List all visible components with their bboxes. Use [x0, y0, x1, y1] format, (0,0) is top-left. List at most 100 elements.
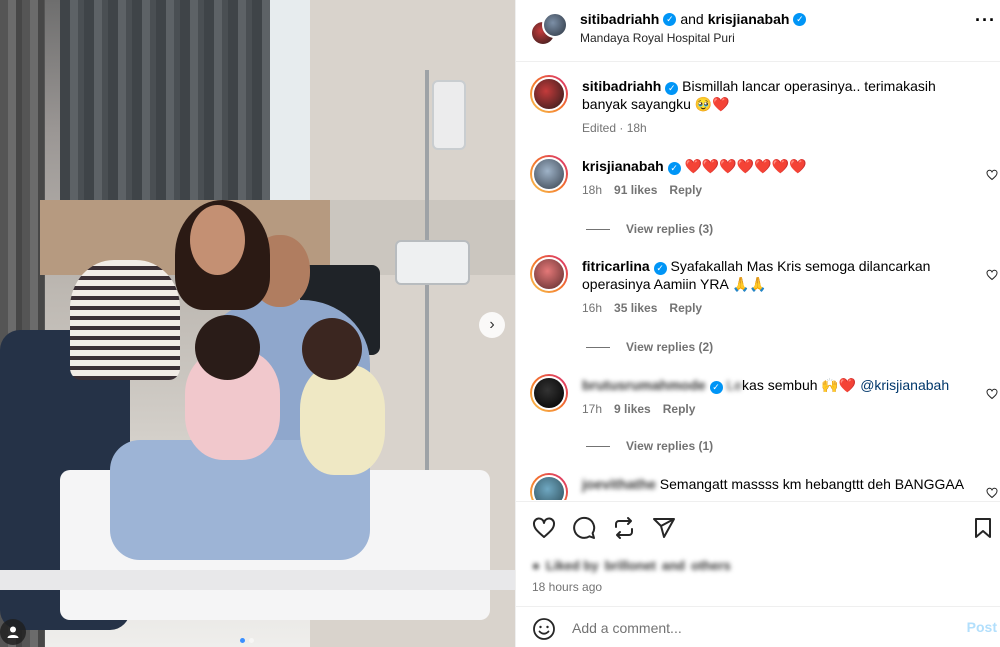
comment-username[interactable]: fitricarlina: [582, 258, 650, 274]
avatar[interactable]: [530, 155, 568, 193]
liked-by-prefix: Liked by: [545, 558, 599, 573]
verified-icon: ✓: [665, 81, 679, 95]
medical-monitor: [395, 240, 470, 285]
share-icon[interactable]: [652, 516, 676, 540]
verified-icon: ✓: [793, 12, 807, 26]
comment-body: fitricarlina ✓ Syafakallah Mas Kris semo…: [582, 257, 972, 317]
like-comment-heart-icon[interactable]: [986, 269, 998, 281]
caption-body: sitibadriahh ✓ Bismillah lancar operasin…: [582, 77, 972, 137]
comment-likes[interactable]: 35 likes: [614, 299, 657, 317]
view-replies-button[interactable]: View replies (3): [586, 222, 713, 236]
post-sidebar: sitibadriahh ✓ and krisjianabah ✓ Manday…: [515, 0, 1000, 647]
reply-button[interactable]: Reply: [663, 400, 696, 418]
comments-list[interactable]: sitibadriahh ✓ Bismillah lancar operasin…: [516, 63, 1000, 500]
avatar[interactable]: [530, 473, 568, 500]
like-comment-heart-icon[interactable]: [986, 169, 998, 181]
comment-meta: 16h 35 likes Reply: [582, 299, 972, 317]
post-time: 18 hours ago: [532, 580, 603, 594]
liked-by-user[interactable]: brillonet: [605, 558, 656, 573]
collab-avatars[interactable]: [530, 12, 570, 48]
tagged-users-button[interactable]: [0, 619, 26, 645]
liked-by-others[interactable]: others: [691, 558, 731, 573]
divider: [586, 346, 610, 348]
avatar[interactable]: [530, 75, 568, 113]
user-icon: [7, 626, 19, 638]
avatar[interactable]: [530, 255, 568, 293]
repost-icon[interactable]: [612, 516, 636, 540]
liked-by-avatar: ●: [532, 558, 540, 573]
verified-icon: ✓: [663, 12, 677, 26]
post-photo[interactable]: ›: [0, 0, 515, 647]
comment-text: ❤️❤️❤️❤️❤️❤️❤️: [684, 158, 807, 174]
comment-text: Semangatt massss km hebangttt deh BANGGA…: [659, 476, 965, 492]
divider: [586, 445, 610, 447]
liked-by-and: and: [661, 558, 686, 573]
caption-meta: Edited · 18h: [582, 119, 972, 137]
woman-head: [190, 205, 245, 275]
avatar[interactable]: [530, 374, 568, 412]
comment-meta: 17h 9 likes Reply: [582, 400, 972, 418]
chevron-right-icon: ›: [489, 316, 495, 333]
like-comment-heart-icon[interactable]: [986, 487, 998, 499]
view-replies-label: View replies (1): [626, 439, 714, 453]
bed-rail: [0, 570, 515, 590]
carousel-dot: [249, 638, 254, 643]
girl-two-head: [302, 318, 362, 380]
view-replies-button[interactable]: View replies (1): [586, 439, 713, 453]
comment-likes[interactable]: 91 likes: [614, 181, 657, 199]
post-button[interactable]: Post: [967, 619, 997, 635]
window-blinds: [60, 0, 275, 200]
comment-username[interactable]: sitibadriahh: [582, 78, 661, 94]
comment-time: 17h: [582, 402, 603, 416]
location-link[interactable]: Mandaya Royal Hospital Puri: [580, 31, 735, 45]
avatar: [542, 12, 568, 38]
comment-icon[interactable]: [572, 516, 596, 540]
reply-button[interactable]: Reply: [669, 181, 702, 199]
liked-by[interactable]: ● Liked by brillonet and others: [532, 558, 731, 573]
comment-input[interactable]: [572, 617, 942, 639]
header-username-2[interactable]: krisjianabah: [708, 11, 790, 27]
comment-body: joevithathe Semangatt massss km hebangtt…: [582, 475, 972, 493]
comment-username[interactable]: joevithathe: [582, 476, 656, 492]
comment-username[interactable]: krisjianabah: [582, 158, 664, 174]
mention-link[interactable]: @krisjianabah: [860, 377, 949, 393]
comment-time: 18h: [582, 183, 603, 197]
post-actions: ● Liked by brillonet and others 18 hours…: [516, 501, 1000, 606]
girl-two: [300, 365, 385, 475]
post-header: sitibadriahh ✓ and krisjianabah ✓ Manday…: [516, 0, 1000, 62]
collab-names: sitibadriahh ✓ and krisjianabah ✓: [580, 11, 807, 27]
comment-likes[interactable]: 9 likes: [614, 400, 651, 418]
reply-button[interactable]: Reply: [669, 299, 702, 317]
like-comment-heart-icon[interactable]: [986, 388, 998, 400]
verified-icon: ✓: [709, 380, 723, 394]
caption-timestamp: Edited · 18h: [582, 121, 647, 135]
view-replies-label: View replies (2): [626, 340, 714, 354]
header-username-1[interactable]: sitibadriahh: [580, 11, 659, 27]
comment-text: kas sembuh 🙌❤️: [742, 377, 857, 393]
comment-time: 16h: [582, 301, 603, 315]
more-options-button[interactable]: ···: [975, 10, 996, 31]
comment-username[interactable]: brutusrumahmode: [582, 377, 706, 393]
next-photo-button[interactable]: ›: [479, 312, 505, 338]
header-and: and: [680, 11, 704, 27]
carousel-dots: [240, 638, 254, 643]
window-light: [270, 0, 310, 200]
blurred-text: Le: [726, 377, 743, 393]
girl-one-head: [195, 315, 260, 380]
verified-icon: ✓: [653, 261, 667, 275]
divider: [586, 228, 610, 230]
action-icons: [532, 516, 676, 540]
bookmark-icon[interactable]: [971, 516, 995, 540]
comment-meta: 18h 91 likes Reply: [582, 181, 972, 199]
view-replies-label: View replies (3): [626, 222, 714, 236]
comment-body: brutusrumahmode ✓ Lekas sembuh 🙌❤️ @kris…: [582, 376, 972, 418]
carousel-dot-active: [240, 638, 245, 643]
iv-bag: [432, 80, 466, 150]
view-replies-button[interactable]: View replies (2): [586, 340, 713, 354]
woman-body: [70, 260, 180, 380]
verified-icon: ✓: [667, 161, 681, 175]
heart-icon[interactable]: [532, 516, 556, 540]
comment-body: krisjianabah ✓ ❤️❤️❤️❤️❤️❤️❤️ 18h 91 lik…: [582, 157, 972, 199]
emoji-icon[interactable]: [532, 617, 556, 641]
add-comment-bar: Post: [516, 606, 1000, 647]
